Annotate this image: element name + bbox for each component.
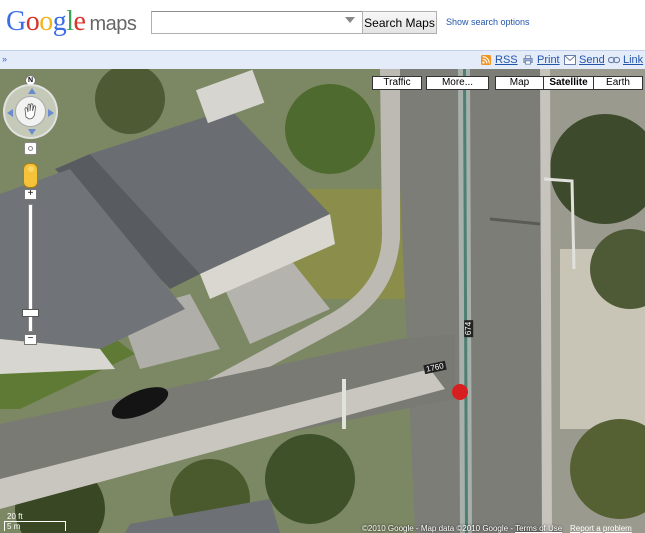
terms-of-use-link[interactable]: Terms of Use <box>515 524 562 533</box>
more-layers-button[interactable]: More... <box>426 76 489 90</box>
show-search-options-link[interactable]: Show search options <box>446 17 530 27</box>
collapse-panel-toggle[interactable]: » <box>2 54 7 64</box>
printer-icon <box>523 55 533 65</box>
logo-google-wordmark: Google <box>6 6 86 37</box>
zoom-out-button[interactable]: − <box>24 334 37 345</box>
zoom-in-button[interactable]: + <box>24 189 37 200</box>
map-type-earth-button[interactable]: Earth <box>593 76 643 90</box>
zoom-slider-handle[interactable] <box>22 308 39 317</box>
chain-link-icon <box>608 56 620 64</box>
logo-maps-word: maps <box>89 13 137 35</box>
satellite-map-view[interactable]: 674 1760 Traffic More... Map Satellite E… <box>0 69 645 533</box>
map-toolbar: » RSS Print Send Link <box>0 50 645 69</box>
hand-icon <box>24 103 36 120</box>
scale-bar-meters <box>4 521 66 531</box>
map-type-satellite-button[interactable]: Satellite <box>543 76 594 90</box>
send-label: Send <box>579 54 605 66</box>
search-history-dropdown-icon[interactable] <box>345 17 355 23</box>
envelope-icon <box>564 55 576 65</box>
print-link[interactable]: Print <box>522 54 560 66</box>
pan-control-ring[interactable] <box>3 84 58 139</box>
pan-hand-icon[interactable] <box>15 96 46 127</box>
scale-bar: 20 ft 5 m <box>4 512 68 531</box>
google-maps-logo[interactable]: Google maps <box>6 6 137 38</box>
street-number-label-vertical: 674 <box>464 319 474 338</box>
header: Google maps Search Maps Show search optio… <box>0 0 645 50</box>
map-copyright: ©2010 Google - Map data ©2010 Google - T… <box>362 524 562 533</box>
reset-rotation-icon[interactable] <box>24 142 37 155</box>
map-type-map-button[interactable]: Map <box>495 76 544 90</box>
pan-left-icon[interactable] <box>7 109 13 117</box>
link-link[interactable]: Link <box>608 54 643 66</box>
print-label: Print <box>537 54 560 66</box>
scale-label-feet: 20 ft <box>7 512 23 521</box>
copyright-text: ©2010 Google - Map data ©2010 Google - <box>362 524 516 533</box>
send-link[interactable]: Send <box>564 54 605 66</box>
google-maps-app: Google maps Search Maps Show search optio… <box>0 0 645 533</box>
pan-right-icon[interactable] <box>48 109 54 117</box>
rss-feed-icon <box>481 55 491 65</box>
report-a-problem-link[interactable]: Report a problem <box>570 524 632 533</box>
traffic-layer-button[interactable]: Traffic <box>372 76 422 90</box>
search-maps-button[interactable]: Search Maps <box>362 11 437 34</box>
rss-label: RSS <box>495 54 518 66</box>
pan-down-icon[interactable] <box>28 129 36 135</box>
search-input[interactable] <box>151 11 363 34</box>
street-view-pegman-icon[interactable] <box>23 163 38 188</box>
link-label: Link <box>623 54 644 66</box>
pan-up-icon[interactable] <box>28 88 36 94</box>
satellite-imagery <box>0 69 645 533</box>
rss-link[interactable]: RSS <box>480 54 518 66</box>
red-fire-hydrant-marker-icon <box>452 384 468 400</box>
